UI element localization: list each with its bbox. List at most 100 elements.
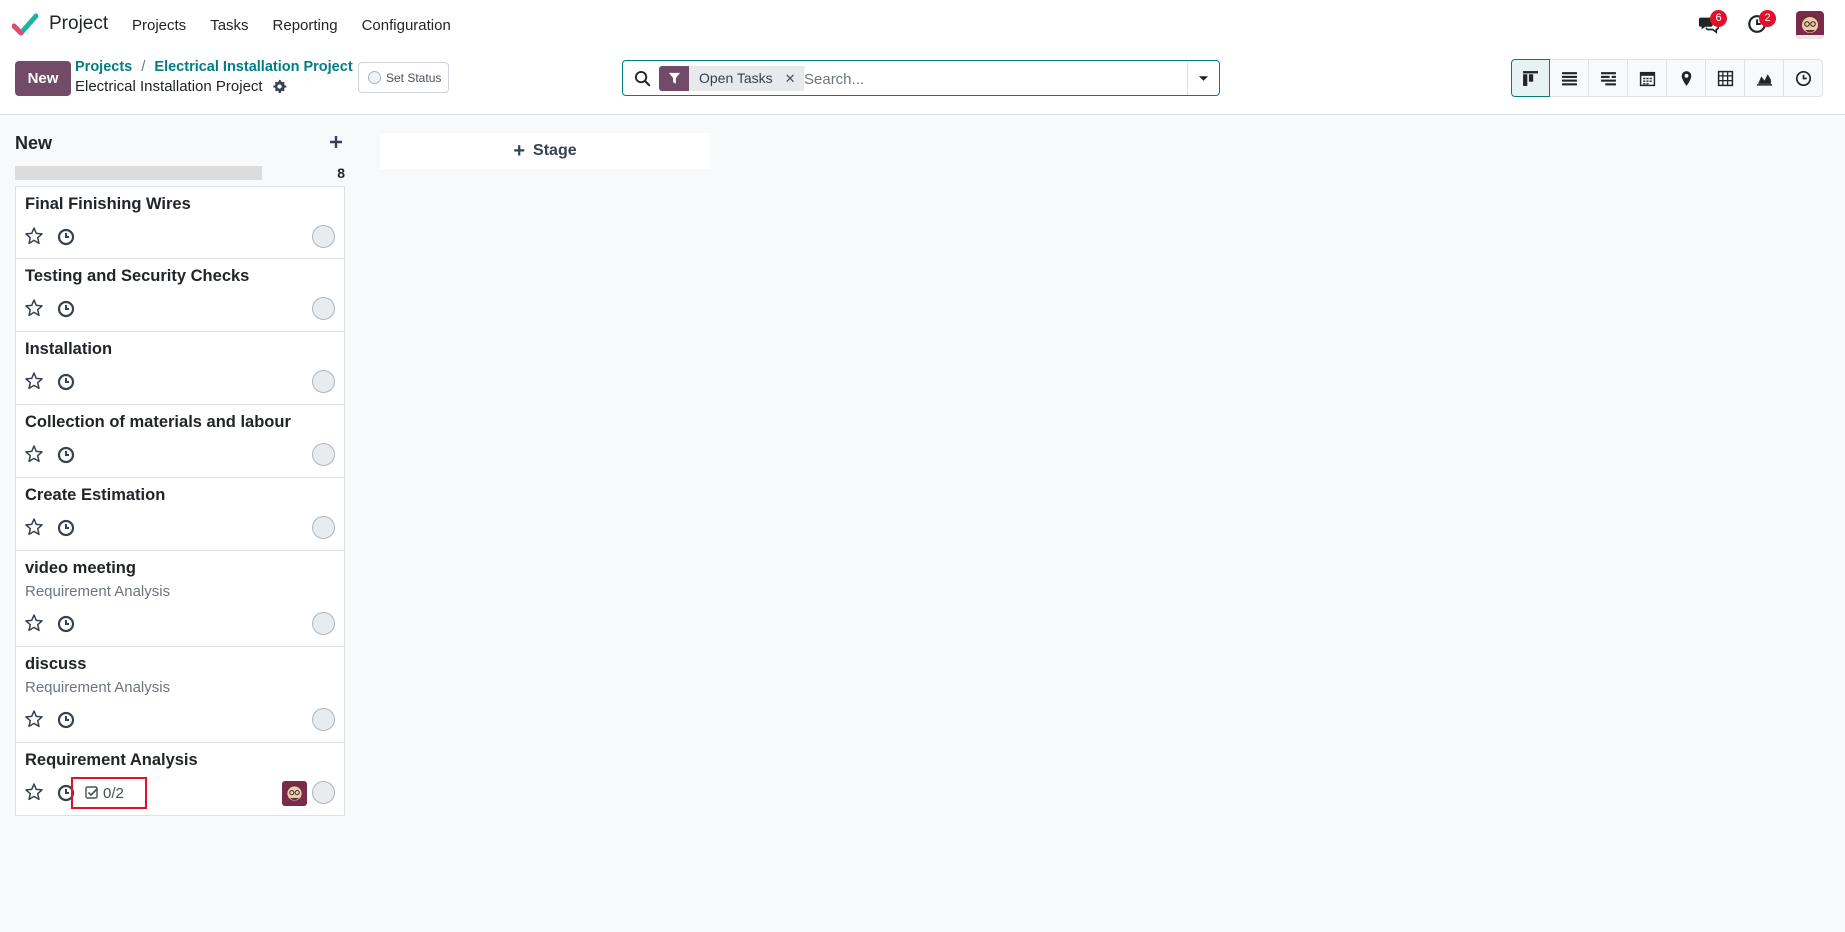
kanban-state-circle[interactable] — [312, 297, 335, 320]
task-card[interactable]: Testing and Security Checks — [15, 259, 345, 332]
view-switcher — [1511, 59, 1823, 97]
column-title[interactable]: New — [15, 133, 52, 154]
star-icon[interactable] — [24, 226, 44, 246]
activity-clock-icon[interactable] — [57, 373, 75, 391]
activity-clock-icon[interactable] — [57, 446, 75, 464]
task-card[interactable]: Final Finishing Wires — [15, 186, 345, 259]
filter-icon — [659, 66, 689, 91]
kanban-state-circle[interactable] — [312, 443, 335, 466]
pivot-table-icon — [1717, 70, 1733, 86]
control-panel: New Projects / Electrical Installation P… — [0, 50, 1845, 115]
search-input[interactable] — [804, 68, 1184, 90]
breadcrumb-projects[interactable]: Projects — [75, 59, 132, 75]
project-app-logo-icon[interactable] — [12, 13, 38, 37]
pivot-view-button[interactable] — [1706, 59, 1745, 97]
breadcrumb: Projects / Electrical Installation Proje… — [75, 58, 353, 75]
calendar-view-button[interactable] — [1628, 59, 1667, 97]
task-card[interactable]: Requirement Analysis 0/2 — [15, 743, 345, 816]
gantt-view-button[interactable] — [1589, 59, 1628, 97]
map-view-button[interactable] — [1667, 59, 1706, 97]
user-avatar[interactable] — [1796, 11, 1824, 39]
activity-clock-icon[interactable] — [57, 228, 75, 246]
column-header: New 8 — [15, 128, 345, 186]
task-card[interactable]: discuss Requirement Analysis — [15, 647, 345, 743]
activity-clock-icon[interactable] — [57, 519, 75, 537]
task-title: discuss — [25, 655, 87, 673]
task-title: Installation — [25, 340, 113, 358]
remove-facet-icon[interactable]: ✕ — [785, 66, 796, 91]
caret-down-icon — [1198, 75, 1209, 81]
task-card[interactable]: Installation — [15, 332, 345, 405]
calendar-view-icon — [1639, 71, 1655, 86]
card-list: Final Finishing Wires Testing and Securit… — [15, 186, 345, 816]
kanban-state-circle[interactable] — [312, 370, 335, 393]
activity-view-button[interactable] — [1784, 59, 1823, 97]
gantt-view-icon — [1600, 71, 1616, 85]
new-button[interactable]: New — [15, 61, 71, 96]
activity-clock-icon[interactable] — [57, 615, 75, 633]
area-chart-icon — [1756, 73, 1772, 86]
menu-reporting[interactable]: Reporting — [261, 17, 350, 34]
kanban-state-circle[interactable] — [312, 612, 335, 635]
kanban-state-circle[interactable] — [312, 708, 335, 731]
star-icon[interactable] — [24, 298, 44, 318]
column-count: 8 — [337, 165, 345, 181]
current-view-label: Electrical Installation Project — [75, 78, 263, 95]
star-icon[interactable] — [24, 782, 44, 802]
star-icon[interactable] — [24, 444, 44, 464]
kanban-state-circle[interactable] — [312, 225, 335, 248]
search-bar: Open Tasks ✕ — [622, 60, 1220, 96]
set-status-button[interactable]: Set Status — [358, 62, 449, 93]
add-task-icon[interactable] — [327, 133, 345, 151]
star-icon[interactable] — [24, 709, 44, 729]
main-menu: Projects Tasks Reporting Configuration — [120, 0, 463, 50]
activity-clock-icon[interactable] — [57, 300, 75, 318]
star-icon[interactable] — [24, 613, 44, 633]
menu-projects[interactable]: Projects — [120, 17, 198, 34]
kanban-view-icon — [1523, 70, 1538, 86]
column-progress-bar[interactable] — [15, 166, 262, 180]
search-options-toggle[interactable] — [1187, 61, 1219, 95]
top-navbar: Project Projects Tasks Reporting Configu… — [0, 0, 1845, 50]
app-name[interactable]: Project — [49, 13, 108, 35]
kanban-view-button[interactable] — [1511, 59, 1550, 97]
checklist-counter[interactable]: 0/2 — [71, 777, 147, 809]
menu-tasks[interactable]: Tasks — [198, 17, 260, 34]
task-title: Collection of materials and labour — [25, 413, 291, 431]
kanban-state-circle[interactable] — [312, 781, 335, 804]
star-icon[interactable] — [24, 517, 44, 537]
plus-icon: + — [513, 140, 526, 162]
task-title: Testing and Security Checks — [25, 267, 250, 285]
star-icon[interactable] — [24, 371, 44, 391]
breadcrumb-separator: / — [141, 58, 146, 75]
search-icon[interactable] — [634, 70, 651, 87]
messages-button[interactable]: 6 — [1698, 10, 1727, 37]
user-avatar-icon — [1796, 11, 1824, 39]
facet-label: Open Tasks — [699, 70, 773, 86]
assignee-avatar[interactable] — [282, 781, 307, 806]
task-card[interactable]: Collection of materials and labour — [15, 405, 345, 478]
checklist-value: 0/2 — [103, 784, 124, 802]
kanban-state-circle[interactable] — [312, 516, 335, 539]
task-title: Requirement Analysis — [25, 751, 198, 769]
add-stage-button[interactable]: + Stage — [380, 133, 710, 169]
list-view-button[interactable] — [1550, 59, 1589, 97]
activities-badge: 2 — [1759, 10, 1776, 27]
list-view-icon — [1561, 71, 1577, 85]
activity-clock-icon[interactable] — [57, 711, 75, 729]
task-subtitle: Requirement Analysis — [25, 583, 171, 600]
gear-icon[interactable] — [272, 79, 287, 94]
search-facet: Open Tasks ✕ — [659, 66, 806, 91]
checklist-icon — [85, 786, 103, 800]
menu-configuration[interactable]: Configuration — [350, 17, 463, 34]
activities-button[interactable]: 2 — [1747, 10, 1776, 37]
breadcrumb-project[interactable]: Electrical Installation Project — [154, 59, 352, 75]
current-view-title: Electrical Installation Project — [75, 78, 287, 95]
task-title: Create Estimation — [25, 486, 166, 504]
add-stage-label: Stage — [533, 142, 577, 159]
task-title: Final Finishing Wires — [25, 195, 191, 213]
kanban-column-new: New 8 Final Finishing Wires Testing and S… — [15, 128, 345, 816]
task-card[interactable]: Create Estimation — [15, 478, 345, 551]
task-card[interactable]: video meeting Requirement Analysis — [15, 551, 345, 647]
graph-view-button[interactable] — [1745, 59, 1784, 97]
